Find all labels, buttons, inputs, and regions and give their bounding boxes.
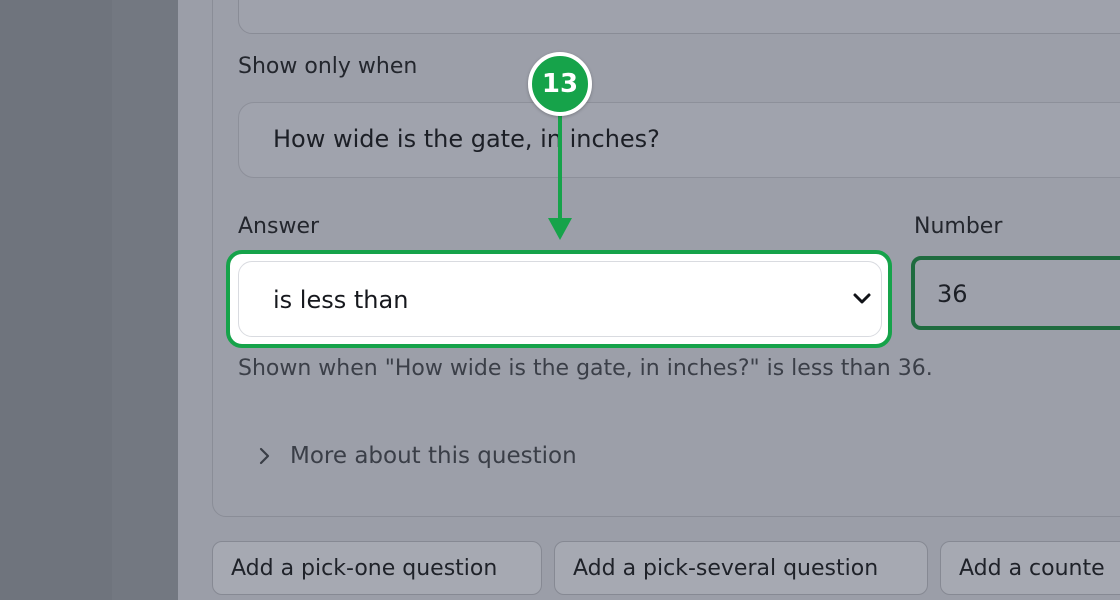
callout-arrow xyxy=(548,112,572,240)
chevron-down-icon xyxy=(853,293,871,304)
number-input[interactable]: 36 xyxy=(911,256,1120,330)
previous-field[interactable] xyxy=(238,0,1120,34)
screen: Show only when How wide is the gate, in … xyxy=(0,0,1120,600)
add-counter-question-button[interactable]: Add a counte xyxy=(940,541,1120,595)
more-about-question-label: More about this question xyxy=(290,443,577,469)
condition-question-field[interactable]: How wide is the gate, in inches? xyxy=(238,102,1120,178)
sidebar-backdrop xyxy=(0,0,112,600)
sidebar-edge xyxy=(112,0,178,600)
chevron-right-icon xyxy=(259,447,270,465)
add-pick-several-question-button[interactable]: Add a pick-several question xyxy=(554,541,928,595)
number-label: Number xyxy=(914,214,1003,239)
answer-operator-value: is less than xyxy=(273,286,409,314)
answer-label: Answer xyxy=(238,214,320,239)
condition-question-value: How wide is the gate, in inches? xyxy=(273,125,660,153)
answer-operator-select[interactable]: is less than xyxy=(238,261,882,337)
step-number-badge: 13 xyxy=(528,52,592,116)
add-pick-one-question-button[interactable]: Add a pick-one question xyxy=(212,541,542,595)
more-about-question-toggle[interactable]: More about this question xyxy=(256,436,577,476)
show-only-when-label: Show only when xyxy=(238,54,418,79)
condition-hint: Shown when "How wide is the gate, in inc… xyxy=(238,356,933,381)
number-input-value: 36 xyxy=(937,280,968,308)
